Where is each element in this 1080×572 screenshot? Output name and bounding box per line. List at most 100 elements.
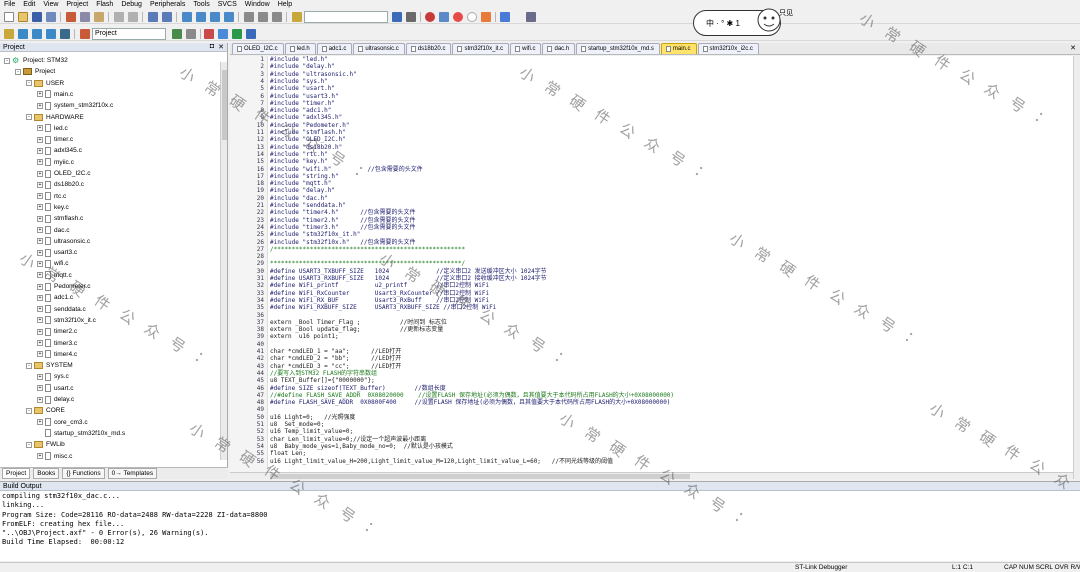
bookmark-next-icon[interactable] — [210, 12, 220, 22]
expand-icon[interactable]: + — [37, 159, 43, 166]
bookmark-icon[interactable] — [182, 12, 192, 22]
tree-item[interactable]: + senddata.c — [37, 304, 86, 315]
close-icon[interactable]: ✕ — [218, 43, 224, 51]
target-options-icon[interactable] — [172, 29, 182, 39]
find-in-files-icon[interactable] — [292, 12, 302, 22]
expand-icon[interactable]: + — [37, 306, 43, 313]
file-extensions-icon[interactable] — [218, 29, 228, 39]
unindent-icon[interactable] — [258, 12, 268, 22]
bookmark-clear-icon[interactable] — [224, 12, 234, 22]
expand-icon[interactable]: + — [37, 215, 43, 222]
menu-debug[interactable]: Debug — [117, 0, 146, 9]
expand-icon[interactable]: + — [37, 136, 43, 143]
expand-icon[interactable]: + — [37, 453, 43, 459]
collapse-icon[interactable]: - — [4, 57, 10, 64]
tree-item[interactable]: - HARDWARE — [26, 112, 84, 123]
tree-item[interactable]: + usart3.c — [37, 247, 77, 258]
tree-item[interactable]: + misc.c — [37, 451, 72, 460]
expand-icon[interactable]: + — [37, 294, 43, 301]
kill-breakpoints-icon[interactable] — [481, 12, 491, 22]
new-file-icon[interactable] — [4, 12, 14, 22]
collapse-icon[interactable]: - — [15, 68, 21, 75]
manage-run-time-icon[interactable] — [204, 29, 214, 39]
expand-icon[interactable]: + — [37, 340, 43, 346]
collapse-icon[interactable]: - — [26, 362, 32, 369]
editor-tab[interactable]: wifi.c — [510, 43, 542, 54]
batch-build-icon[interactable] — [46, 29, 56, 39]
menu-help[interactable]: Help — [274, 0, 296, 9]
tree-item[interactable]: - CORE — [26, 405, 65, 416]
tree-item[interactable]: + usart.c — [37, 383, 74, 394]
tree-item[interactable]: - USER — [26, 78, 64, 89]
disable-breakpoint-icon[interactable] — [467, 12, 477, 22]
editor-tab[interactable]: adc1.c — [316, 43, 353, 54]
expand-icon[interactable]: + — [37, 373, 43, 380]
editor-tab[interactable]: startup_stm32f10x_md.s — [576, 43, 660, 54]
menu-view[interactable]: View — [39, 0, 62, 9]
tree-item[interactable]: + timer4.c — [37, 349, 77, 360]
tree-item[interactable]: + core_cm3.c — [37, 417, 88, 428]
expand-icon[interactable]: + — [37, 260, 43, 267]
menu-file[interactable]: File — [0, 0, 19, 9]
expand-icon[interactable]: + — [37, 419, 43, 426]
redo-icon[interactable] — [128, 12, 138, 22]
debug-start-icon[interactable] — [425, 12, 435, 22]
pin-icon[interactable]: ◘ — [210, 43, 214, 51]
bookmark-prev-icon[interactable] — [196, 12, 206, 22]
tree-item[interactable]: - SYSTEM — [26, 360, 73, 371]
incremental-find-icon[interactable] — [392, 12, 402, 22]
tree-item[interactable]: + OLED_I2C.c — [37, 168, 91, 179]
window-layout-icon[interactable] — [500, 12, 510, 22]
save-all-icon[interactable] — [46, 12, 56, 22]
expand-icon[interactable]: + — [37, 317, 43, 324]
find-combo[interactable] — [304, 11, 388, 23]
save-icon[interactable] — [32, 12, 42, 22]
expand-icon[interactable]: + — [37, 91, 43, 98]
build-output-text[interactable]: compiling stm32f10x_dac.c... linking... Pr… — [0, 491, 1080, 549]
tree-item[interactable]: + rtc.c — [37, 191, 66, 202]
tree-item[interactable]: + delay.c — [37, 394, 74, 405]
tree-item[interactable]: + timer2.c — [37, 326, 77, 337]
open-file-icon[interactable] — [18, 12, 28, 22]
editor-tab[interactable]: ultrasonsic.c — [353, 43, 405, 54]
expand-icon[interactable]: + — [37, 227, 43, 233]
expand-icon[interactable]: + — [37, 396, 43, 403]
tree-item[interactable]: + ultrasonsic.c — [37, 236, 90, 247]
expand-icon[interactable]: + — [37, 272, 43, 279]
editor-tab[interactable]: main.c — [660, 43, 697, 54]
expand-icon[interactable]: + — [37, 238, 43, 245]
menu-flash[interactable]: Flash — [92, 0, 117, 9]
indent-icon[interactable] — [244, 12, 254, 22]
insert-breakpoint-icon[interactable] — [453, 12, 463, 22]
cut-icon[interactable] — [66, 12, 76, 22]
expand-icon[interactable]: + — [37, 170, 43, 177]
project-tree-scrollbar[interactable] — [220, 62, 227, 460]
expand-icon[interactable]: + — [37, 328, 43, 335]
expand-icon[interactable]: + — [37, 125, 43, 132]
editor-tab[interactable]: dac.h — [542, 43, 576, 54]
editor-tab[interactable]: led.h — [284, 43, 316, 54]
tree-item[interactable]: + Pedometer.c — [37, 281, 91, 292]
undo-icon[interactable] — [114, 12, 124, 22]
comment-icon[interactable] — [272, 12, 282, 22]
tree-item[interactable]: + stm32f10x_it.c — [37, 315, 96, 326]
nav-back-icon[interactable] — [148, 12, 158, 22]
expand-icon[interactable]: + — [37, 147, 43, 154]
configure-icon[interactable] — [406, 12, 416, 22]
target-select[interactable]: Project — [92, 28, 166, 40]
tree-item[interactable]: + ds18b20.c — [37, 179, 84, 190]
tree-item[interactable]: + sys.c — [37, 371, 69, 382]
editor-tab[interactable]: ds18b20.c — [405, 43, 452, 54]
expand-icon[interactable]: + — [37, 204, 43, 211]
download-icon[interactable] — [60, 29, 70, 39]
rebuild-icon[interactable] — [32, 29, 42, 39]
tree-item[interactable]: - ⚙ Project: STM32 — [4, 55, 68, 66]
expand-icon[interactable]: + — [37, 351, 43, 358]
panel-tab[interactable]: {} Functions — [62, 468, 105, 479]
menu-peripherals[interactable]: Peripherals — [146, 0, 189, 9]
editor-tab[interactable]: OLED_I2C.c — [232, 43, 284, 54]
code-editor[interactable]: 1 #include "led.h" 2 #include "delay.h" 3 #in… — [230, 56, 1080, 479]
expand-icon[interactable]: + — [37, 181, 43, 188]
tree-item[interactable]: + main.c — [37, 89, 73, 100]
expand-icon[interactable]: + — [37, 249, 43, 256]
